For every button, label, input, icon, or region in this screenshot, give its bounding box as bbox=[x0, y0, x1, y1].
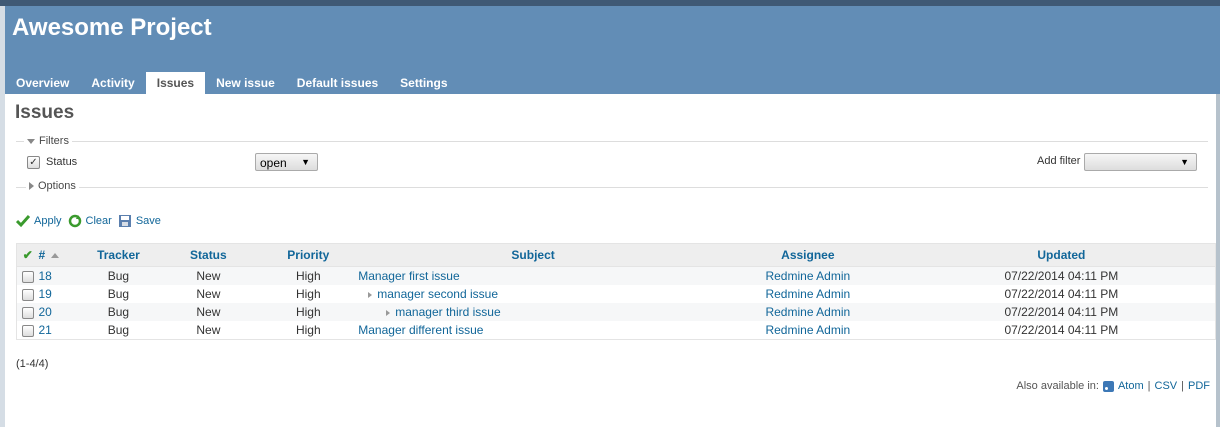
column-priority-header[interactable]: Priority bbox=[258, 243, 359, 267]
column-id-label: # bbox=[38, 248, 46, 262]
issue-id-link[interactable]: 20 bbox=[38, 305, 51, 319]
dropdown-arrow-icon: ▼ bbox=[1180, 157, 1189, 167]
subject-link[interactable]: manager second issue bbox=[377, 287, 498, 301]
child-issue-arrow-icon bbox=[368, 291, 373, 298]
table-row[interactable]: 19 Bug New High manager second issue Red… bbox=[16, 285, 1216, 303]
column-status-header[interactable]: Status bbox=[158, 243, 259, 267]
expand-arrow-icon bbox=[29, 182, 34, 190]
priority-cell: High bbox=[258, 321, 359, 340]
right-border bbox=[1216, 94, 1220, 427]
column-id-header[interactable]: # bbox=[38, 243, 79, 267]
save-icon bbox=[118, 215, 131, 227]
other-formats-label: Also available in: bbox=[1016, 380, 1099, 392]
status-operator-select[interactable]: open ▼ bbox=[255, 153, 318, 171]
project-title: Awesome Project bbox=[12, 14, 212, 41]
tab-issues[interactable]: Issues bbox=[145, 72, 206, 94]
pagination-count: (1-4/4) bbox=[16, 358, 49, 370]
clear-button[interactable]: Clear bbox=[68, 214, 112, 228]
subject-link[interactable]: manager third issue bbox=[395, 305, 500, 319]
status-operator-value: open bbox=[260, 156, 287, 170]
updated-cell: 07/22/2014 04:11 PM bbox=[907, 266, 1216, 285]
tab-overview[interactable]: Overview bbox=[5, 72, 80, 94]
status-filter-label: Status bbox=[46, 156, 78, 168]
status-cell: New bbox=[158, 266, 259, 285]
table-row[interactable]: 20 Bug New High manager third issue Redm… bbox=[16, 303, 1216, 321]
issue-id-link[interactable]: 19 bbox=[38, 287, 51, 301]
separator: | bbox=[1181, 380, 1184, 392]
priority-cell: High bbox=[258, 266, 359, 285]
table-header-row: ✔ # Tracker Status Priority Subject Assi… bbox=[16, 243, 1216, 267]
other-formats: Also available in: Atom | CSV | PDF bbox=[1016, 380, 1210, 392]
checkmark-icon: ✔ bbox=[22, 248, 33, 262]
dropdown-arrow-icon: ▼ bbox=[301, 157, 310, 167]
add-filter-select[interactable]: ▼ bbox=[1084, 153, 1197, 171]
options-legend: Options bbox=[38, 180, 76, 192]
atom-link[interactable]: Atom bbox=[1118, 380, 1144, 392]
updated-cell: 07/22/2014 04:11 PM bbox=[907, 303, 1216, 321]
project-header: Awesome Project Overview Activity Issues… bbox=[5, 6, 1220, 94]
sort-asc-icon bbox=[51, 253, 60, 259]
tab-new-issue[interactable]: New issue bbox=[205, 72, 286, 94]
tracker-cell: Bug bbox=[78, 303, 159, 321]
column-subject-header[interactable]: Subject bbox=[358, 243, 708, 267]
priority-cell: High bbox=[258, 285, 359, 303]
tab-settings[interactable]: Settings bbox=[389, 72, 458, 94]
pdf-link[interactable]: PDF bbox=[1188, 380, 1210, 392]
status-filter-checkbox[interactable]: ✓ bbox=[27, 156, 40, 169]
assignee-link[interactable]: Redmine Admin bbox=[765, 269, 850, 283]
reload-icon bbox=[68, 214, 81, 228]
add-filter-label: Add filter bbox=[1037, 155, 1081, 167]
column-tracker-header[interactable]: Tracker bbox=[78, 243, 159, 267]
issues-table: ✔ # Tracker Status Priority Subject Assi… bbox=[16, 243, 1216, 340]
table-row[interactable]: 18 Bug New High Manager first issue Redm… bbox=[16, 266, 1216, 285]
updated-cell: 07/22/2014 04:11 PM bbox=[907, 321, 1216, 340]
save-link[interactable]: Save bbox=[136, 215, 161, 227]
subject-link[interactable]: Manager first issue bbox=[358, 269, 459, 283]
tab-activity[interactable]: Activity bbox=[80, 72, 145, 94]
page-title: Issues bbox=[15, 102, 75, 123]
child-issue-arrow-icon bbox=[386, 309, 391, 316]
options-toggle[interactable]: Options bbox=[26, 180, 79, 192]
row-checkbox[interactable] bbox=[21, 288, 34, 301]
updated-cell: 07/22/2014 04:11 PM bbox=[907, 285, 1216, 303]
assignee-link[interactable]: Redmine Admin bbox=[765, 287, 850, 301]
save-button[interactable]: Save bbox=[118, 214, 161, 228]
checkmark-icon bbox=[16, 215, 30, 228]
priority-cell: High bbox=[258, 303, 359, 321]
collapse-arrow-icon bbox=[27, 138, 35, 144]
options-divider bbox=[16, 187, 1208, 188]
tab-default-issues[interactable]: Default issues bbox=[286, 72, 389, 94]
status-cell: New bbox=[158, 321, 259, 340]
separator: | bbox=[1147, 380, 1151, 392]
query-actions: Apply Clear Save bbox=[16, 214, 167, 228]
filters-divider bbox=[16, 141, 1208, 142]
issue-id-link[interactable]: 21 bbox=[38, 323, 51, 337]
column-assignee-header[interactable]: Assignee bbox=[707, 243, 908, 267]
row-checkbox[interactable] bbox=[21, 306, 34, 319]
table-row[interactable]: 21 Bug New High Manager different issue … bbox=[16, 321, 1216, 340]
row-checkbox[interactable] bbox=[21, 270, 34, 283]
column-updated-header[interactable]: Updated bbox=[907, 243, 1216, 267]
tracker-cell: Bug bbox=[78, 266, 159, 285]
assignee-link[interactable]: Redmine Admin bbox=[765, 305, 850, 319]
subject-link[interactable]: Manager different issue bbox=[358, 323, 483, 337]
row-checkbox[interactable] bbox=[21, 324, 34, 337]
tracker-cell: Bug bbox=[78, 285, 159, 303]
toggle-all-header[interactable]: ✔ bbox=[16, 243, 39, 267]
filters-toggle[interactable]: Filters bbox=[24, 135, 72, 147]
main-content: Issues Filters ✓ Status open ▼ Add filte… bbox=[5, 94, 1216, 427]
main-menu: Overview Activity Issues New issue Defau… bbox=[5, 72, 459, 94]
status-cell: New bbox=[158, 303, 259, 321]
clear-link[interactable]: Clear bbox=[86, 215, 112, 227]
apply-button[interactable]: Apply bbox=[16, 214, 62, 228]
issue-id-link[interactable]: 18 bbox=[38, 269, 51, 283]
apply-link[interactable]: Apply bbox=[34, 215, 62, 227]
feed-icon bbox=[1102, 380, 1114, 392]
filters-legend: Filters bbox=[39, 135, 69, 147]
assignee-link[interactable]: Redmine Admin bbox=[765, 323, 850, 337]
tracker-cell: Bug bbox=[78, 321, 159, 340]
csv-link[interactable]: CSV bbox=[1155, 380, 1178, 392]
status-cell: New bbox=[158, 285, 259, 303]
